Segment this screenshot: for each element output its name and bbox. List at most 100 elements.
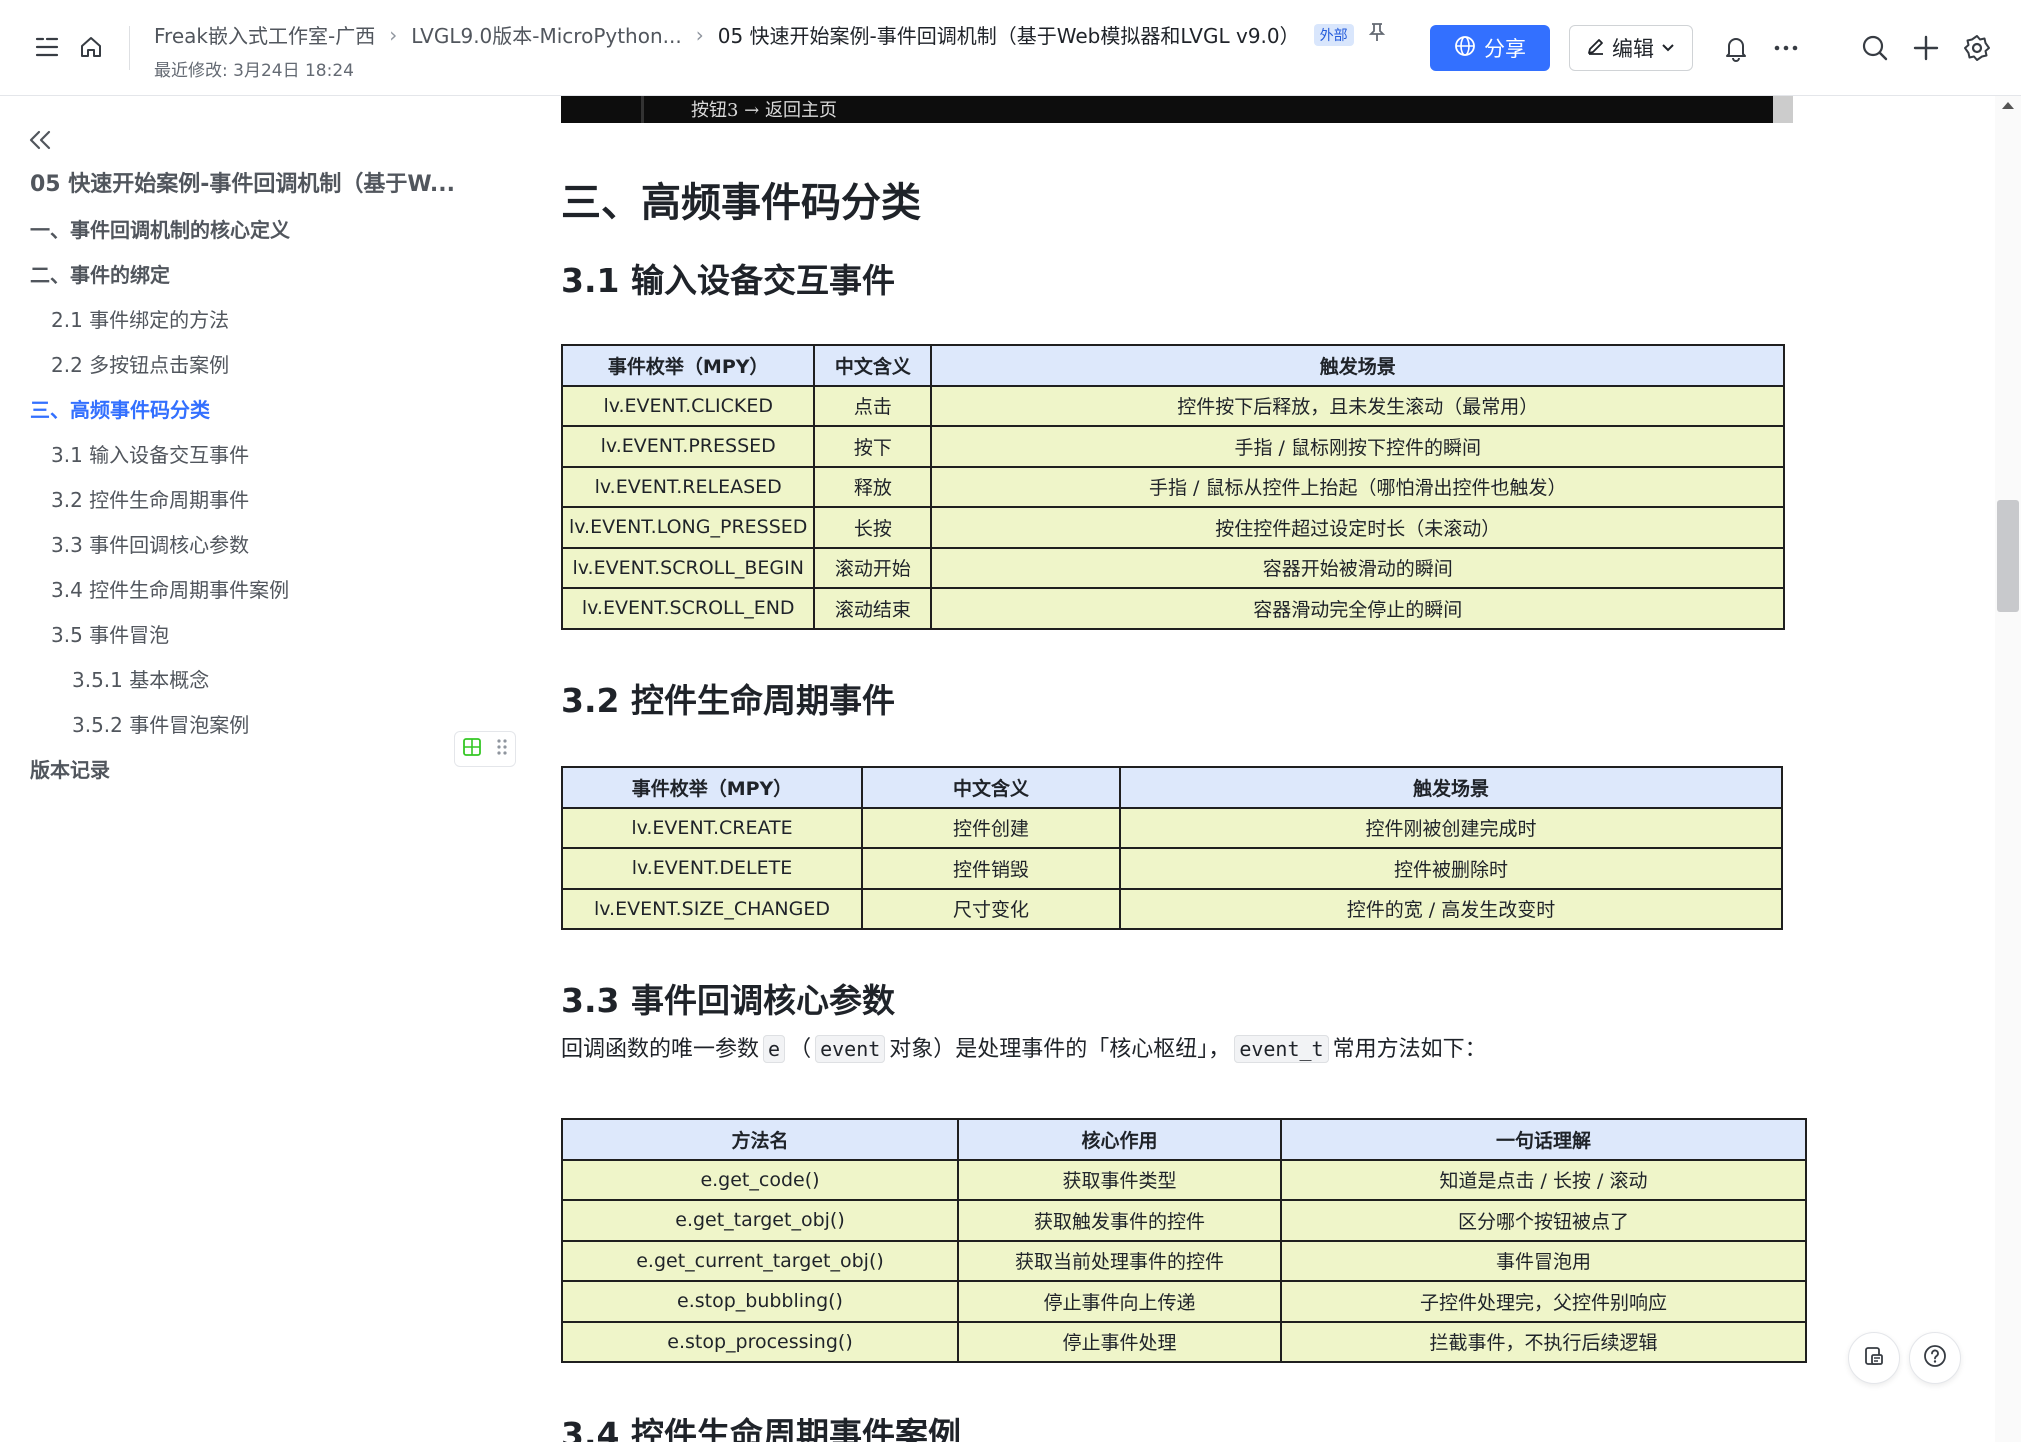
page-scrollbar[interactable] xyxy=(1995,96,2021,1442)
table-cell: 获取触发事件的控件 xyxy=(957,1199,1282,1242)
chevron-down-icon xyxy=(1660,36,1676,60)
table-cell: lv.EVENT.SCROLL_BEGIN xyxy=(560,546,816,589)
toc-item[interactable]: 3.5.2 事件冒泡案例 xyxy=(72,709,249,738)
table-cell: 按住控件超过设定时长（未滚动） xyxy=(930,506,1785,549)
toc-version-history[interactable]: 版本记录 xyxy=(30,754,110,783)
table-cell: 手指 / 鼠标刚按下控件的瞬间 xyxy=(930,425,1785,468)
table-cell: 控件刚被创建完成时 xyxy=(1119,806,1783,849)
table-header-cell: 一句话理解 xyxy=(1280,1118,1807,1161)
plus-icon[interactable] xyxy=(1912,34,1940,62)
top-header: Freak嵌入式工作室-广西 › LVGL9.0版本-MicroPython..… xyxy=(0,0,2021,96)
table-row: e.get_code() 获取事件类型 知道是点击 / 长按 / 滚动 xyxy=(561,1158,1807,1201)
scrollbar-thumb[interactable] xyxy=(1997,500,2019,612)
collapse-sidebar-icon[interactable] xyxy=(28,128,52,156)
table-row: lv.EVENT.SCROLL_END 滚动结束 容器滑动完全停止的瞬间 xyxy=(560,587,1785,630)
table-cell: 知道是点击 / 长按 / 滚动 xyxy=(1280,1158,1807,1201)
toc-document-title[interactable]: 05 快速开始案例-事件回调机制（基于W... xyxy=(30,166,455,198)
scroll-up-arrow-icon[interactable] xyxy=(2002,102,2014,109)
toc-item[interactable]: 3.2 控件生命周期事件 xyxy=(51,484,249,513)
outline-sidebar: 05 快速开始案例-事件回调机制（基于W... 一、事件回调机制的核心定义 二、… xyxy=(0,96,520,1442)
toc-item-active[interactable]: 三、高频事件码分类 xyxy=(30,394,210,423)
table-row: e.stop_processing() 停止事件处理 拦截事件，不执行后续逻辑 xyxy=(561,1320,1807,1363)
home-icon[interactable] xyxy=(78,34,104,60)
table-cell: lv.EVENT.CLICKED xyxy=(560,384,816,427)
code-line: 按钮3 → 返回主页 xyxy=(691,100,837,121)
paragraph-text: 对象）是处理事件的「核心枢纽」， xyxy=(889,1037,1231,1062)
table-cell: 子控件处理完，父控件别响应 xyxy=(1280,1280,1807,1323)
toc-item[interactable]: 二、事件的绑定 xyxy=(30,259,170,288)
breadcrumb-item-document[interactable]: 05 快速开始案例-事件回调机制（基于Web模拟器和LVGL v9.0） xyxy=(718,20,1300,49)
data-table-event-methods: 方法名 核心作用 一句话理解 e.get_code() 获取事件类型 知道是点击 /… xyxy=(561,1118,1807,1363)
table-cell: 停止事件向上传递 xyxy=(957,1280,1282,1323)
data-table-lifecycle-events: 事件枚举（MPY） 中文含义 触发场景 lv.EVENT.CREATE 控件创建控… xyxy=(561,766,1783,930)
table-icon[interactable] xyxy=(462,737,482,761)
toc-item[interactable]: 2.1 事件绑定的方法 xyxy=(51,304,229,333)
section-heading: 三、高频事件码分类 xyxy=(561,180,921,226)
comment-panel-button[interactable] xyxy=(1848,1332,1900,1384)
pencil-icon xyxy=(1586,36,1606,61)
header-divider xyxy=(129,26,130,70)
toc-item[interactable]: 2.2 多按钮点击案例 xyxy=(51,349,229,378)
paragraph: 回调函数的唯一参数 e （event 对象）是处理事件的「核心枢纽」， event_t 常… xyxy=(561,1031,1487,1063)
table-cell: e.stop_processing() xyxy=(561,1320,959,1363)
subsection-heading: 3.4 控件生命周期事件案例 xyxy=(561,1415,961,1442)
table-header-cell: 事件枚举（MPY） xyxy=(560,344,816,387)
last-modified-text: 最近修改: 3月24日 18:24 xyxy=(154,61,354,81)
table-row: lv.EVENT.CREATE 控件创建 控件刚被创建完成时 xyxy=(561,806,1783,849)
table-row: lv.EVENT.RELEASED 释放 手指 / 鼠标从控件上抬起（哪怕滑出控件也… xyxy=(560,465,1785,508)
toc-item[interactable]: 3.5 事件冒泡 xyxy=(51,619,169,648)
drag-handle-icon[interactable] xyxy=(496,737,508,761)
table-cell: 长按 xyxy=(813,506,933,549)
toc-item[interactable]: 3.4 控件生命周期事件案例 xyxy=(51,574,289,603)
table-header-cell: 中文含义 xyxy=(813,344,933,387)
edit-button-label: 编辑 xyxy=(1612,37,1654,61)
search-icon[interactable] xyxy=(1861,34,1889,62)
bell-icon[interactable] xyxy=(1723,34,1749,62)
paragraph-text: （ xyxy=(789,1037,812,1062)
breadcrumb-item-workspace[interactable]: Freak嵌入式工作室-广西 xyxy=(154,20,375,49)
code-scrollbar[interactable] xyxy=(1773,96,1793,123)
inline-code: event xyxy=(815,1035,886,1063)
table-cell: lv.EVENT.LONG_PRESSED xyxy=(560,506,816,549)
block-tools xyxy=(454,731,516,767)
edit-button[interactable]: 编辑 xyxy=(1569,25,1693,71)
toc-item[interactable]: 3.5.1 基本概念 xyxy=(72,664,209,693)
subsection-heading: 3.3 事件回调核心参数 xyxy=(561,981,895,1020)
pin-icon[interactable] xyxy=(1368,22,1386,47)
toc-item[interactable]: 3.3 事件回调核心参数 xyxy=(51,529,249,558)
table-cell: e.get_target_obj() xyxy=(561,1199,959,1242)
table-cell: 控件被删除时 xyxy=(1119,847,1783,890)
code-gutter xyxy=(641,96,644,123)
table-cell: 获取当前处理事件的控件 xyxy=(957,1239,1282,1282)
table-cell: lv.EVENT.SCROLL_END xyxy=(560,587,816,630)
table-cell: 容器开始被滑动的瞬间 xyxy=(930,546,1785,589)
share-button[interactable]: 分享 xyxy=(1430,25,1550,71)
table-cell: 按下 xyxy=(813,425,933,468)
data-table-input-events: 事件枚举（MPY） 中文含义 触发场景 lv.EVENT.CLICKED 点击 控件… xyxy=(560,344,1785,630)
toc-toggle-icon[interactable] xyxy=(34,34,60,60)
subsection-heading: 3.1 输入设备交互事件 xyxy=(561,261,895,300)
table-cell: 尺寸变化 xyxy=(861,887,1121,930)
table-header-cell: 触发场景 xyxy=(930,344,1785,387)
table-cell: 点击 xyxy=(813,384,933,427)
toc-item[interactable]: 3.1 输入设备交互事件 xyxy=(51,439,249,468)
gear-icon[interactable] xyxy=(1963,34,1991,62)
table-cell: 滚动结束 xyxy=(813,587,933,630)
table-cell: 获取事件类型 xyxy=(957,1158,1282,1201)
table-cell: 事件冒泡用 xyxy=(1280,1239,1807,1282)
subsection-heading: 3.2 控件生命周期事件 xyxy=(561,681,895,720)
table-header-cell: 中文含义 xyxy=(861,766,1121,809)
table-row: lv.EVENT.PRESSED 按下 手指 / 鼠标刚按下控件的瞬间 xyxy=(560,425,1785,468)
paragraph-text: 常用方法如下： xyxy=(1332,1037,1487,1062)
table-cell: lv.EVENT.DELETE xyxy=(561,847,863,890)
table-row: lv.EVENT.SIZE_CHANGED 尺寸变化 控件的宽 / 高发生改变时 xyxy=(561,887,1783,930)
breadcrumb-item-folder[interactable]: LVGL9.0版本-MicroPython... xyxy=(411,20,682,49)
table-cell: lv.EVENT.PRESSED xyxy=(560,425,816,468)
document-content: 按钮3 → 返回主页 三、高频事件码分类 3.1 输入设备交互事件 事件枚举（M… xyxy=(520,96,2000,1442)
table-cell: 控件销毁 xyxy=(861,847,1121,890)
table-cell: lv.EVENT.SIZE_CHANGED xyxy=(561,887,863,930)
table-header-row: 方法名 核心作用 一句话理解 xyxy=(561,1118,1807,1161)
help-button[interactable] xyxy=(1909,1332,1961,1384)
more-icon[interactable] xyxy=(1773,36,1799,60)
toc-item[interactable]: 一、事件回调机制的核心定义 xyxy=(30,214,290,243)
